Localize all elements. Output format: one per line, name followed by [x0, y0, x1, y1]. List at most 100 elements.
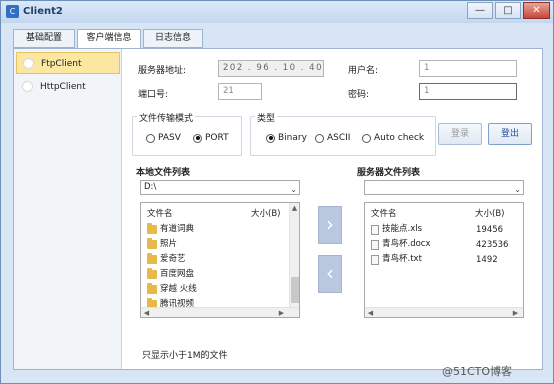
logout-button[interactable]: 登出	[488, 123, 532, 145]
username-input[interactable]: 1	[419, 60, 517, 77]
server-path-select[interactable]: ⌄	[364, 180, 524, 195]
radio-selected-icon	[266, 133, 275, 143]
port-label: 端口号:	[138, 90, 169, 100]
radio-icon	[362, 133, 371, 143]
transfer-mode-title: 文件传输模式	[137, 111, 196, 124]
server-file-list[interactable]: 文件名 大小(B) 技能点.xls 19456 青鸟杯.docx 423536 …	[364, 202, 524, 318]
local-col-size: 大小(B)	[251, 209, 281, 219]
radio-dot-icon	[22, 81, 33, 92]
download-arrow-button[interactable]: ‹	[318, 255, 342, 293]
file-name: 照片	[160, 239, 178, 249]
app-window: C Client2 — □ ✕ 基础配置 客户端信息 日志信息 FtpClien…	[0, 0, 554, 384]
close-button[interactable]: ✕	[523, 2, 550, 19]
chevron-down-icon: ⌄	[514, 185, 521, 194]
local-col-name: 文件名	[147, 209, 173, 219]
list-item[interactable]: 有道词典	[147, 222, 194, 237]
minimize-button[interactable]: —	[467, 2, 493, 19]
chevron-left-icon: ‹	[326, 261, 334, 285]
file-name: 百度网盘	[160, 269, 195, 279]
scroll-right-icon[interactable]: ▶	[277, 309, 286, 317]
username-label: 用户名:	[348, 66, 379, 76]
server-address-label: 服务器地址:	[138, 66, 187, 76]
pasv-radio[interactable]: PASV	[146, 133, 181, 143]
file-name: 青鸟杯.docx	[382, 239, 431, 249]
file-name: 穿越 火线	[160, 284, 197, 294]
transfer-mode-group: 文件传输模式 PASV PORT	[132, 111, 242, 156]
local-path-select[interactable]: D:\ ⌄	[140, 180, 300, 195]
type-group: 类型 Binary ASCII Auto check	[250, 111, 436, 156]
folder-icon	[147, 253, 157, 264]
server-horizontal-scrollbar[interactable]: ◀ ▶	[365, 307, 523, 317]
local-horizontal-scrollbar[interactable]: ◀ ▶	[141, 307, 299, 317]
binary-label: Binary	[278, 133, 307, 143]
file-name: 青鸟杯.txt	[382, 254, 422, 264]
server-col-name: 文件名	[371, 209, 397, 219]
table-row[interactable]: 青鸟杯.docx	[371, 237, 431, 252]
port-input[interactable]: 21	[218, 83, 262, 100]
file-name: 技能点.xls	[382, 224, 423, 234]
file-icon	[371, 239, 379, 250]
radio-icon	[315, 133, 324, 143]
folder-icon	[147, 238, 157, 249]
binary-radio[interactable]: Binary	[266, 133, 307, 143]
size-filter-note: 只显示小于1M的文件	[142, 351, 228, 361]
list-item[interactable]: 爱奇艺	[147, 252, 186, 267]
tab-log-info[interactable]: 日志信息	[143, 29, 203, 48]
ascii-label: ASCII	[327, 133, 351, 143]
chevron-right-icon: ›	[326, 212, 334, 236]
sidebar-item-ftpclient[interactable]: FtpClient	[16, 52, 120, 74]
auto-check-label: Auto check	[374, 133, 425, 143]
list-item[interactable]: 穿越 火线	[147, 282, 197, 297]
radio-icon	[146, 133, 155, 143]
local-path-value: D:\	[144, 182, 157, 192]
file-icon	[371, 224, 379, 235]
folder-icon	[147, 283, 157, 294]
chevron-down-icon: ⌄	[290, 185, 297, 194]
scroll-right-icon[interactable]: ▶	[511, 309, 520, 317]
maximize-button[interactable]: □	[495, 2, 521, 19]
auto-check-radio[interactable]: Auto check	[362, 133, 424, 143]
file-name: 有道词典	[160, 224, 195, 234]
sidebar-item-httpclient[interactable]: HttpClient	[16, 76, 120, 98]
file-name: 爱奇艺	[160, 254, 186, 264]
port-radio-label: PORT	[205, 133, 229, 143]
title-bar: C Client2 — □ ✕	[1, 1, 553, 23]
file-size: 1492	[476, 255, 498, 265]
sidebar-item-label: HttpClient	[40, 82, 86, 92]
password-input[interactable]: 1	[419, 83, 517, 100]
window-title: Client2	[23, 6, 63, 17]
radio-dot-icon	[23, 58, 34, 69]
local-files-title: 本地文件列表	[136, 168, 191, 178]
tab-basic-config[interactable]: 基础配置	[13, 29, 75, 48]
login-button[interactable]: 登录	[438, 123, 482, 145]
file-size: 19456	[476, 225, 504, 235]
password-label: 密码:	[348, 90, 370, 100]
upload-arrow-button[interactable]: ›	[318, 206, 342, 244]
client-info-panel: FtpClient HttpClient 服务器地址: 202 . 96 . 1…	[13, 48, 543, 370]
scroll-up-icon[interactable]: ▲	[290, 204, 299, 212]
port-radio[interactable]: PORT	[193, 133, 229, 143]
list-item[interactable]: 百度网盘	[147, 267, 194, 282]
server-address-input[interactable]: 202 . 96 . 10 . 40	[218, 60, 324, 77]
folder-icon	[147, 223, 157, 234]
scroll-left-icon[interactable]: ◀	[366, 309, 375, 317]
server-files-title: 服务器文件列表	[357, 168, 421, 178]
table-row[interactable]: 青鸟杯.txt	[371, 252, 422, 267]
type-title: 类型	[255, 111, 278, 124]
scrollbar-thumb[interactable]	[291, 277, 299, 303]
scroll-left-icon[interactable]: ◀	[142, 309, 151, 317]
radio-selected-icon	[193, 133, 202, 143]
pasv-label: PASV	[158, 133, 181, 143]
tab-client-info[interactable]: 客户端信息	[77, 29, 141, 49]
ascii-radio[interactable]: ASCII	[315, 133, 350, 143]
table-row[interactable]: 技能点.xls	[371, 222, 422, 237]
app-icon: C	[6, 5, 19, 18]
client-type-sidebar: FtpClient HttpClient	[14, 49, 122, 369]
local-vertical-scrollbar[interactable]: ▲	[289, 203, 299, 307]
file-icon	[371, 254, 379, 265]
local-file-list[interactable]: 文件名 大小(B) 有道词典 照片 爱奇艺 百度网盘 穿越 火线 腾讯视频 ▲ …	[140, 202, 300, 318]
sidebar-item-label: FtpClient	[41, 59, 82, 69]
file-size: 423536	[476, 240, 509, 250]
watermark: @51CTO博客	[442, 365, 513, 378]
list-item[interactable]: 照片	[147, 237, 177, 252]
